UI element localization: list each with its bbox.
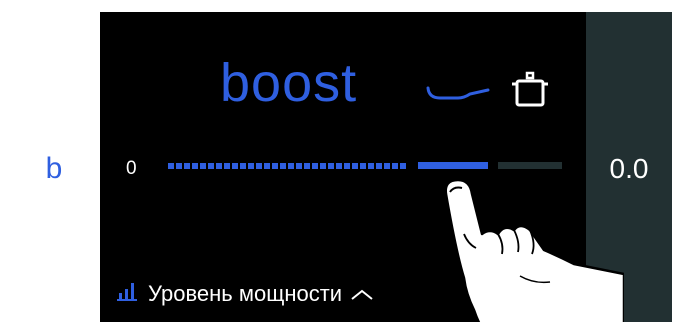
scale-segment — [304, 163, 310, 169]
scale-segment — [376, 163, 382, 169]
scale-segment — [368, 163, 374, 169]
scale-segment — [256, 163, 262, 169]
scale-segment — [344, 163, 350, 169]
left-panel-label: b — [45, 152, 63, 185]
scale-segment — [200, 163, 206, 169]
scale-segment — [192, 163, 198, 169]
power-level-label: Уровень мощности — [148, 281, 343, 306]
scale-segment — [312, 163, 318, 169]
cooking-pot-icon[interactable] — [508, 67, 552, 116]
scale-segment — [280, 163, 286, 169]
scale-segment — [272, 163, 278, 169]
scale-segment — [216, 163, 222, 169]
scale-min-label: 0 — [126, 158, 137, 179]
scale-segment — [168, 163, 174, 169]
scale-segment — [184, 163, 190, 169]
scale-segment — [392, 163, 398, 169]
scale-segment — [320, 163, 326, 169]
signal-bars-icon — [116, 280, 138, 308]
scale-segment — [296, 163, 302, 169]
scale-segment — [264, 163, 270, 169]
scale-segment — [224, 163, 230, 169]
scale-segment — [232, 163, 238, 169]
scale-segment — [248, 163, 254, 169]
power-level-menu[interactable]: Уровень мощности — [116, 280, 374, 308]
scale-segment — [240, 163, 246, 169]
scale-segment — [360, 163, 366, 169]
inactive-segment[interactable] — [498, 162, 562, 169]
scale-segment — [176, 163, 182, 169]
boost-segment[interactable] — [418, 162, 488, 169]
display-screen: b 0.0 boost 0 Уровень мощности — [8, 12, 672, 322]
pointing-hand-icon — [424, 172, 626, 322]
mode-title: boost — [220, 53, 358, 113]
scale-segment — [352, 163, 358, 169]
scale-segment — [384, 163, 390, 169]
scale-segment — [336, 163, 342, 169]
device-frame: b 0.0 boost 0 Уровень мощности — [0, 0, 680, 325]
frying-pan-icon[interactable] — [426, 84, 490, 111]
scale-segment — [288, 163, 294, 169]
left-panel[interactable]: b — [8, 12, 100, 322]
scale-segment — [400, 163, 406, 169]
scale-segment — [328, 163, 334, 169]
chevron-up-icon — [350, 281, 374, 307]
scale-segment — [208, 163, 214, 169]
